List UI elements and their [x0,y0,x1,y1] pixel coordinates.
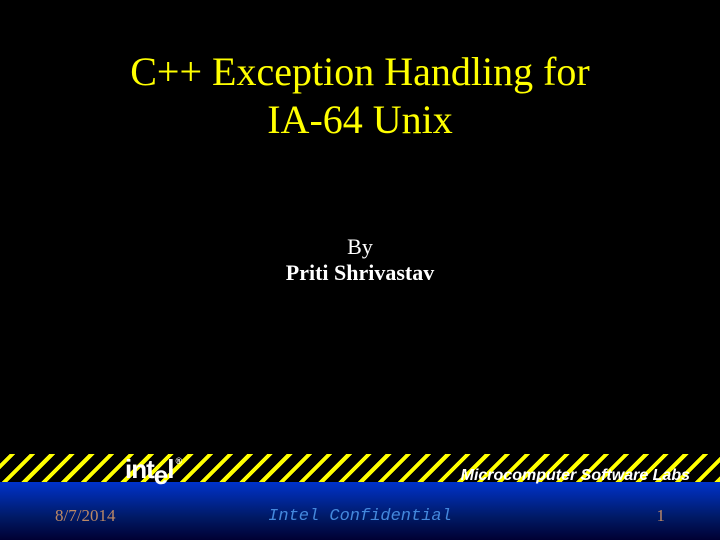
title-line-1: C++ Exception Handling for [130,49,589,94]
author-name: Priti Shrivastav [286,260,435,285]
date-label: 8/7/2014 [55,506,115,526]
confidential-label: Intel Confidential [268,507,452,526]
blue-band: intel® Microcomputer Software Labs 8/7/2… [0,482,720,540]
by-label: By [347,234,373,259]
footer-band: intel® Microcomputer Software Labs 8/7/2… [0,440,720,540]
slide-title: C++ Exception Handling for IA-64 Unix [0,0,720,144]
lab-name-label: Microcomputer Software Labs [461,467,690,485]
intel-logo: intel® [125,454,179,485]
title-line-2: IA-64 Unix [267,97,453,142]
page-number: 1 [657,506,666,526]
byline: By Priti Shrivastav [0,234,720,286]
